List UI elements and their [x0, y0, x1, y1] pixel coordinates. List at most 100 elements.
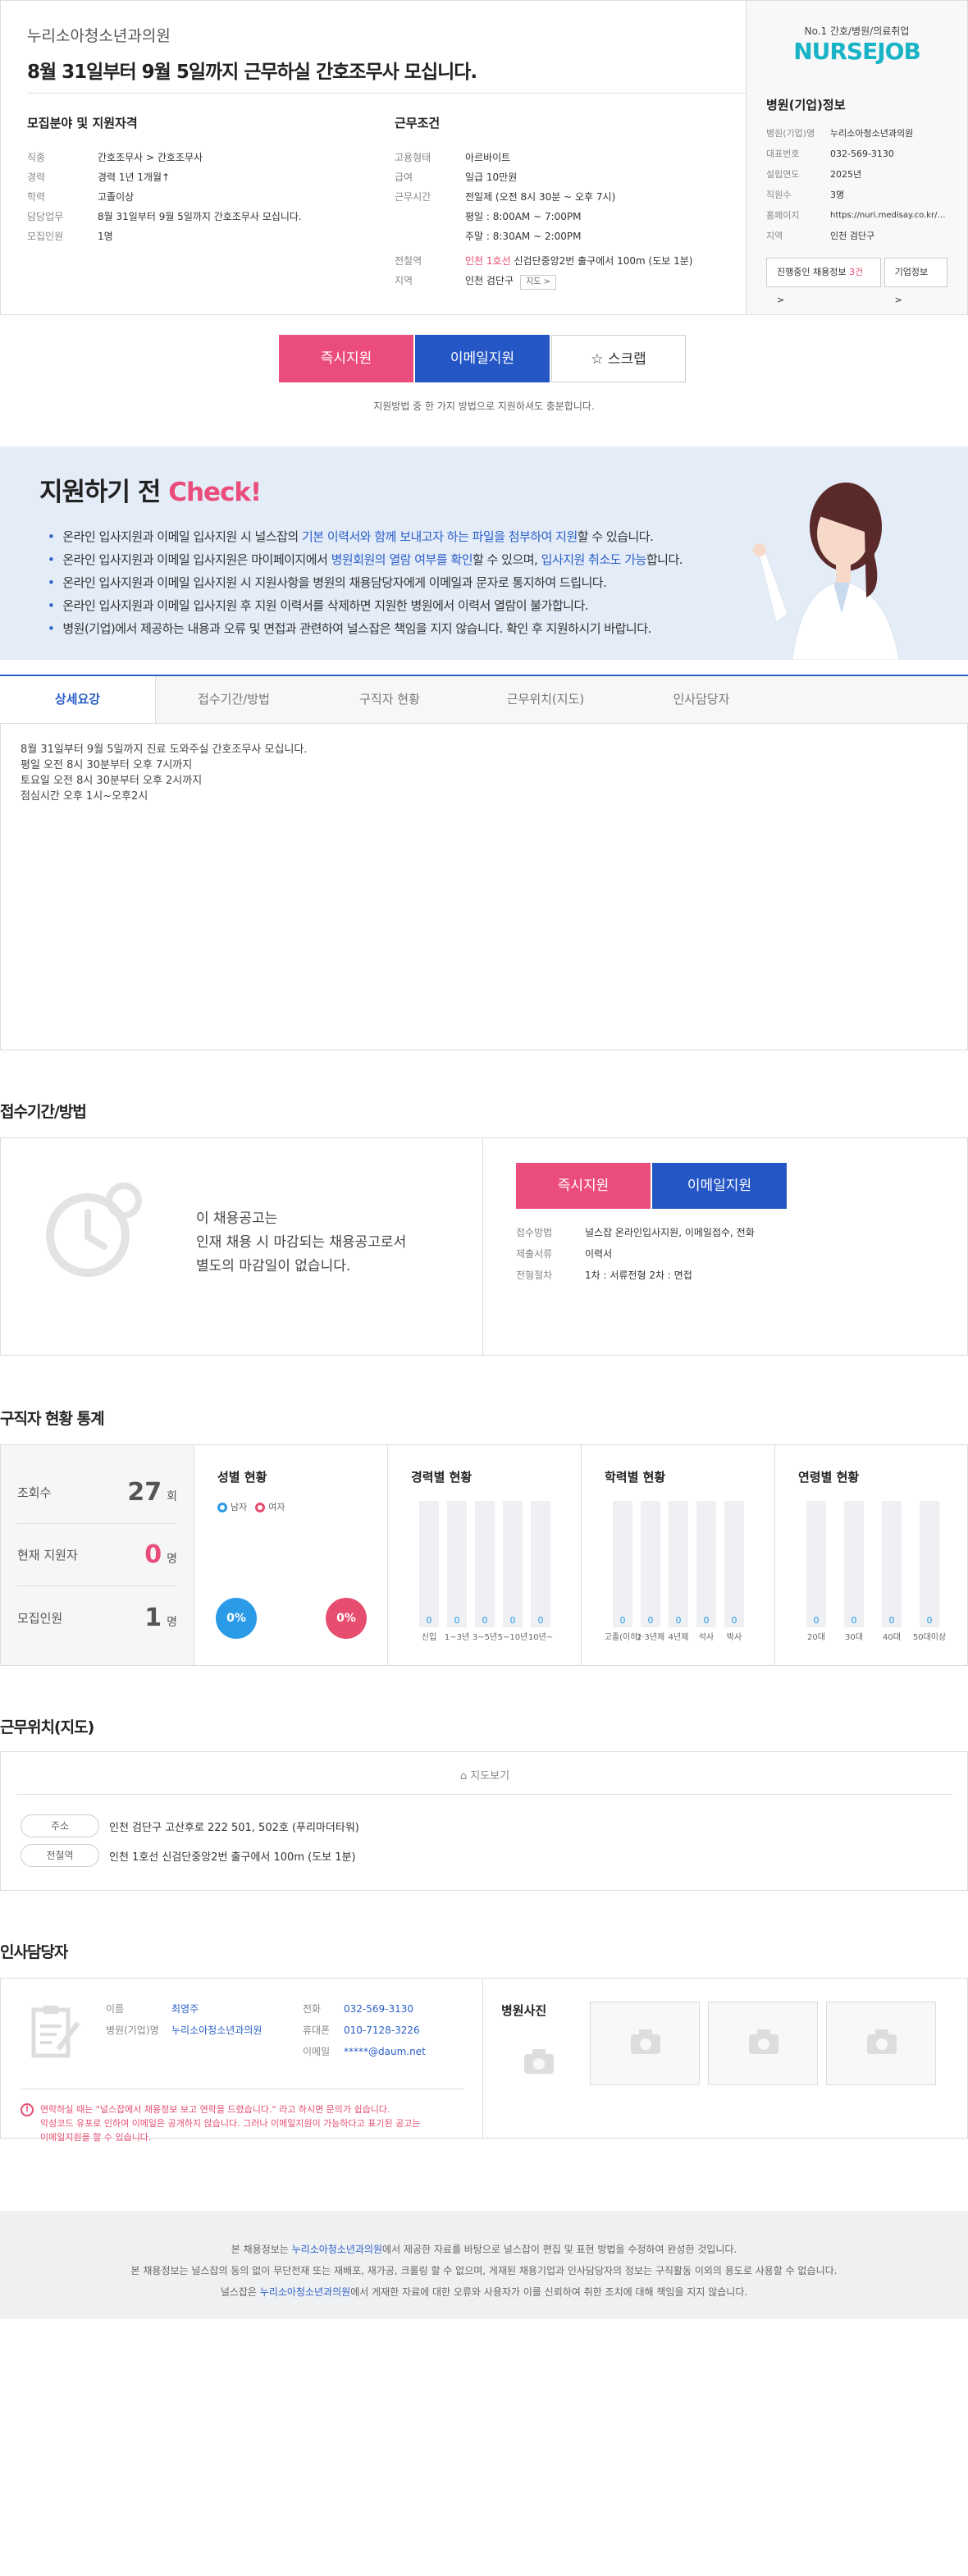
condition-column: 근무조건 고용형태 아르바이트 급여 일급 10만원 근무시간 전일제 (오전 8시… [395, 114, 692, 291]
bar: 0 박사 [724, 1501, 744, 1642]
age-bars: 0 20대 0 30대 0 40대 0 50대이상 [806, 1501, 946, 1642]
bar: 0 고졸(이하) [605, 1501, 641, 1642]
receive-left: 이 채용공고는 인재 채용 시 마감되는 채용공고로서 별도의 마감일이 없습니… [1, 1138, 483, 1355]
tab-detail[interactable]: 상세요강 [0, 676, 156, 723]
tab-contact[interactable]: 인사담당자 [623, 676, 779, 723]
views-count: 조회수 27 회 [17, 1462, 177, 1524]
subway-row: 전철역 인천 1호선 신검단중앙2번 출구에서 100m (도보 1분) [21, 1844, 356, 1867]
footer-line: 본 채용정보는 누리소아청소년과의원에서 제공한 자료를 바탕으로 널스잡이 편… [231, 2244, 737, 2255]
company-name[interactable]: 누리소아청소년과의원 [27, 24, 719, 46]
tab-applicants[interactable]: 구직자 현황 [312, 676, 468, 723]
receive-row: 전형절차 1차 : 서류전형 2차 : 면접 [516, 1270, 692, 1281]
email-apply-button[interactable]: 이메일지원 [415, 335, 550, 382]
info-row: 병원(기업)명 누리소아청소년과의원 [766, 128, 914, 139]
tab-location[interactable]: 근무위치(지도) [468, 676, 623, 723]
info-row: 홈페이지 https://nuri.medisay.co.kr/bui... [766, 205, 947, 226]
address-row: 주소 인천 검단구 고산후로 222 501, 502호 (푸리마더타워) [21, 1814, 359, 1837]
contact-box: 이름 최영주 병원(기업)명 누리소아청소년과의원 전화 032-569-3130 휴… [0, 1978, 968, 2143]
job-header: 누리소아청소년과의원 8월 31일부터 9월 5일까지 근무하실 간호조무사 모… [0, 0, 968, 315]
field-row-career: 경력 경력 1년 1개월↑ [27, 172, 171, 183]
bar: 0 5~10년 [498, 1501, 527, 1642]
field-row-job: 직종 간호조무사 > 간호조무사 [27, 152, 203, 163]
bar-value-label: 0 [851, 1615, 857, 1626]
bar-value-label: 0 [731, 1615, 737, 1626]
view-map-button[interactable]: ⌂ 지도보기 [17, 1767, 952, 1795]
email-apply-button[interactable]: 이메일지원 [652, 1163, 787, 1209]
apply-now-button[interactable]: 즉시지원 [516, 1163, 651, 1209]
edu-panel: 학력별 현황 0 고졸(이하) 0 2·3년제 0 4년제 0 석사 0 박사 [582, 1445, 775, 1665]
cond-row-time: 근무시간 전일제 (오전 8시 30분 ~ 오후 7시) 평일 : 8:00AM… [395, 191, 616, 242]
info-row: 지역 인천 검단구 [766, 231, 875, 241]
camera-icon [867, 2029, 897, 2054]
hospital-info: No.1 간호/병원/의료취업 NURSEJOB 병원(기업)정보 병원(기업)… [746, 1, 967, 314]
receive-buttons: 즉시지원 이메일지원 [516, 1163, 787, 1209]
recruit-count: 모집인원 1 명 [17, 1603, 177, 1632]
gender-panel: 성별 현황 남자 여자 0% 0% [194, 1445, 388, 1665]
tab-receive[interactable]: 접수기간/방법 [156, 676, 312, 723]
bar-value-label: 0 [647, 1615, 654, 1626]
check-item: 온라인 입사지원과 이메일 입사지원 시 지원사항을 병원의 채용담당자에게 이… [48, 571, 683, 594]
bar-value-label: 0 [888, 1615, 895, 1626]
contact-tel: 전화 032-569-3130 [303, 2003, 414, 2015]
bar: 0 30대 [844, 1501, 864, 1642]
bar-value-label: 0 [813, 1615, 820, 1626]
bar: 0 2·3년제 [637, 1501, 664, 1642]
check-item: 병원(기업)에서 제공하는 내용과 오류 및 면접과 관련하여 널스잡은 책임을… [48, 617, 683, 640]
hospital-photos: 병원사진 [501, 2003, 547, 2018]
cond-row-pay: 급여 일급 10만원 [395, 172, 518, 183]
camera-icon [631, 2029, 660, 2054]
nurse-illustration [753, 483, 900, 660]
contact-mobile: 휴대폰 010-7128-3226 [303, 2025, 420, 2036]
detail-tabs: 상세요강 접수기간/방법 구직자 현황 근무위치(지도) 인사담당자 [0, 675, 968, 724]
hospital-info-heading: 병원(기업)정보 [766, 98, 846, 112]
career-bars: 0 신입 0 1~3년 0 3~5년 0 5~10년 0 10년~ [419, 1501, 553, 1642]
subway-line: 인천 1호선 [465, 255, 511, 267]
bar-value-label: 0 [926, 1615, 933, 1626]
contact-name: 이름 최영주 [106, 2003, 199, 2015]
contact-left: 이름 최영주 병원(기업)명 누리소아청소년과의원 전화 032-569-3130 휴… [1, 1979, 483, 2143]
check-item: 온라인 입사지원과 이메일 입사지원은 마이페이지에서 병원회원의 열람 여부를… [48, 548, 683, 571]
bar: 0 석사 [696, 1501, 716, 1642]
map-box: ⌂ 지도보기 주소 인천 검단구 고산후로 222 501, 502호 (푸리마더… [0, 1751, 968, 1891]
time-weekend: 주말 : 8:30AM ~ 2:00PM [465, 231, 582, 242]
time-weekday: 평일 : 8:00AM ~ 7:00PM [465, 211, 582, 222]
map-button[interactable]: 지도 > [520, 275, 556, 290]
condition-heading: 근무조건 [395, 116, 441, 130]
bar: 0 1~3년 [445, 1501, 469, 1642]
age-panel: 연령별 현황 0 20대 0 30대 0 40대 0 50대이상 [775, 1445, 967, 1665]
receive-message: 이 채용공고는 인재 채용 시 마감되는 채용공고로서 별도의 마감일이 없습니… [196, 1210, 407, 1274]
apply-now-button[interactable]: 즉시지원 [279, 335, 413, 382]
bar-value-label: 0 [675, 1615, 682, 1626]
brand-tagline: No.1 간호/병원/의료취업 [804, 25, 910, 37]
cond-row-type: 고용형태 아르바이트 [395, 152, 511, 163]
check-item: 온라인 입사지원과 이메일 입사지원 시 널스잡의 기본 이력서와 함께 보내고… [48, 525, 683, 548]
bar: 0 20대 [806, 1501, 826, 1642]
bar-value-label: 0 [619, 1615, 626, 1626]
job-title: 8월 31일부터 9월 5일까지 근무하실 간호조무사 모십니다. [27, 62, 477, 83]
bar-category-label: 30대 [845, 1633, 863, 1642]
check-list: 온라인 입사지원과 이메일 입사지원 시 널스잡의 기본 이력서와 함께 보내고… [48, 525, 683, 640]
company-info-button[interactable]: 기업정보 > [884, 258, 947, 305]
bar: 0 신입 [419, 1501, 439, 1642]
bar-value-label: 0 [703, 1615, 710, 1626]
bar-category-label: 40대 [883, 1633, 901, 1642]
active-jobs-button[interactable]: 진행중인 채용정보 3건 > [766, 258, 881, 305]
homepage-link[interactable]: https://nuri.medisay.co.kr/bui... [830, 205, 947, 226]
stats-box: 조회수 27 회 현재 지원자 0 명 모집인원 1 명 성별 현황 남자 여자 0% 0% … [0, 1444, 968, 1666]
bar-category-label: 10년~ [527, 1633, 554, 1642]
info-row: 직원수 3명 [766, 190, 845, 200]
cond-row-area: 지역 인천 검단구 지도 > [395, 271, 692, 291]
section-title-receive: 접수기간/방법 [0, 1103, 87, 1121]
section-title-map: 근무위치(지도) [0, 1718, 94, 1736]
bar-value-label: 0 [482, 1615, 488, 1626]
nursejob-logo[interactable]: NURSEJOB [766, 38, 947, 65]
scrap-button[interactable]: ☆ 스크랩 [551, 335, 686, 382]
bar: 0 50대이상 [913, 1501, 946, 1642]
detail-content: 8월 31일부터 9월 5일까지 진료 도와주실 간호조무사 모십니다. 평일 … [0, 724, 968, 1050]
contact-org: 병원(기업)명 누리소아청소년과의원 [106, 2025, 263, 2036]
time-main: 전일제 (오전 8시 30분 ~ 오후 7시) [465, 191, 616, 203]
edu-bars: 0 고졸(이하) 0 2·3년제 0 4년제 0 석사 0 박사 [605, 1501, 744, 1642]
info-row: 설립연도 2025년 [766, 169, 862, 180]
stats-summary: 조회수 27 회 현재 지원자 0 명 모집인원 1 명 [1, 1445, 194, 1665]
bar: 0 4년제 [669, 1501, 688, 1642]
